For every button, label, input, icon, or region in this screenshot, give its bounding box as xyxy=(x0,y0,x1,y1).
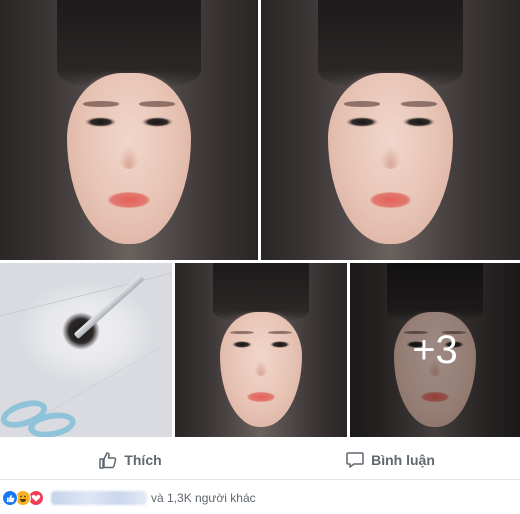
comment-label: Bình luận xyxy=(371,451,435,468)
like-reaction-icon xyxy=(2,490,18,506)
reactions-summary[interactable]: và 1,3K người khác xyxy=(0,482,520,514)
facebook-post: +3 Thích Bình luận và 1,3K người khác xyxy=(0,0,520,514)
photo-selfie-1[interactable] xyxy=(0,0,258,260)
photo-selfie-2[interactable] xyxy=(261,0,520,260)
photo-detail xyxy=(139,101,176,107)
photo-detail xyxy=(73,273,145,339)
comment-button[interactable]: Bình luận xyxy=(260,440,520,479)
photo-detail xyxy=(380,145,401,169)
photo-detail xyxy=(254,360,268,377)
photo-detail xyxy=(108,192,150,208)
photo-detail xyxy=(247,391,275,403)
photo-detail xyxy=(118,145,140,169)
comment-bubble-icon xyxy=(345,450,365,470)
like-button[interactable]: Thích xyxy=(0,440,260,479)
photo-detail xyxy=(343,101,381,107)
action-bar: Thích Bình luận xyxy=(0,440,520,480)
photo-selfie-3[interactable] xyxy=(175,263,347,437)
photo-detail xyxy=(369,192,412,208)
photo-detail xyxy=(82,101,119,107)
photo-detail xyxy=(400,101,438,107)
reactors-others-text[interactable]: và 1,3K người khác xyxy=(151,491,256,505)
photo-grid: +3 xyxy=(0,0,520,440)
more-photos-count: +3 xyxy=(412,327,458,372)
thumbs-up-icon xyxy=(98,450,118,470)
blurred-reactor-names[interactable] xyxy=(51,491,147,505)
like-label: Thích xyxy=(124,451,162,468)
photo-scissors-hair[interactable] xyxy=(0,263,172,437)
photo-selfie-more[interactable]: +3 xyxy=(350,263,520,437)
more-photos-overlay[interactable]: +3 xyxy=(350,263,520,437)
